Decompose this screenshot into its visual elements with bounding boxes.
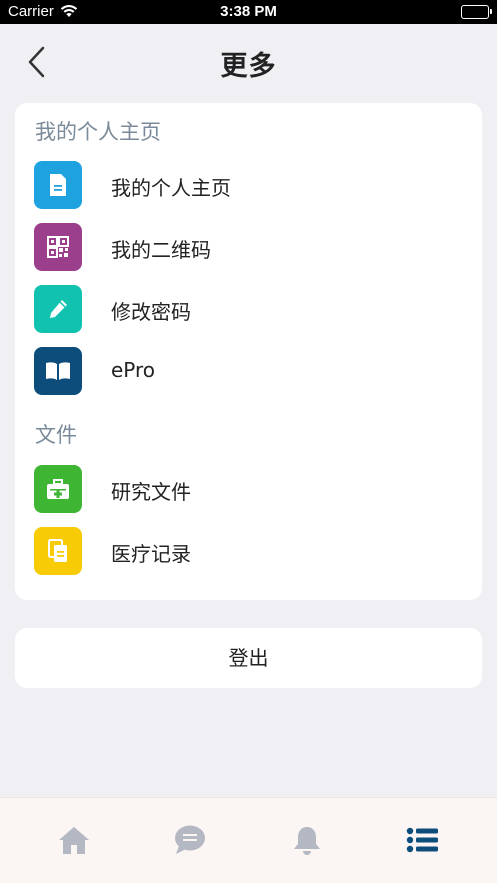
menu-item-label: 研究文件	[111, 480, 191, 504]
menu-item-epro[interactable]: ePro	[33, 346, 473, 398]
logout-button[interactable]: 登出	[15, 628, 482, 688]
status-bar: Carrier 3:38 PM	[0, 0, 497, 24]
tab-more[interactable]	[403, 820, 443, 860]
section-title-files: 文件	[35, 423, 77, 447]
records-icon	[34, 527, 82, 575]
tab-notifications[interactable]	[287, 820, 327, 860]
home-icon	[59, 827, 89, 854]
menu-item-medical-records[interactable]: 医疗记录	[33, 526, 473, 578]
menu-item-my-profile[interactable]: 我的个人主页	[33, 160, 473, 212]
chat-icon	[175, 825, 205, 854]
menu-item-study-files[interactable]: 研究文件	[33, 464, 473, 516]
menu-item-label: 医疗记录	[111, 542, 191, 566]
tab-home[interactable]	[54, 820, 94, 860]
battery-icon	[461, 5, 492, 19]
bell-icon	[294, 827, 320, 855]
pencil-icon	[34, 285, 82, 333]
medical-kit-icon	[34, 465, 82, 513]
page-title: 更多	[220, 51, 277, 82]
menu-item-label: 修改密码	[111, 300, 191, 324]
list-icon	[406, 827, 438, 853]
status-time: 3:38 PM	[220, 3, 277, 20]
section-title-profile: 我的个人主页	[35, 120, 161, 144]
menu-item-label: ePro	[111, 358, 156, 382]
qr-code-icon	[34, 223, 82, 271]
menu-item-label: 我的个人主页	[111, 176, 231, 200]
menu-item-qr-code[interactable]: 我的二维码	[33, 222, 473, 274]
tab-bar	[0, 797, 497, 883]
document-icon	[34, 161, 82, 209]
menu-card: 我的个人主页 我的个人主页 我的二维码 修改密码 ePro 文件 研究文件 医疗…	[15, 103, 482, 600]
tab-messages[interactable]	[170, 820, 210, 860]
book-icon	[34, 347, 82, 395]
navigation-bar: 更多	[0, 24, 497, 100]
menu-item-label: 我的二维码	[111, 238, 211, 262]
menu-item-change-password[interactable]: 修改密码	[33, 284, 473, 336]
